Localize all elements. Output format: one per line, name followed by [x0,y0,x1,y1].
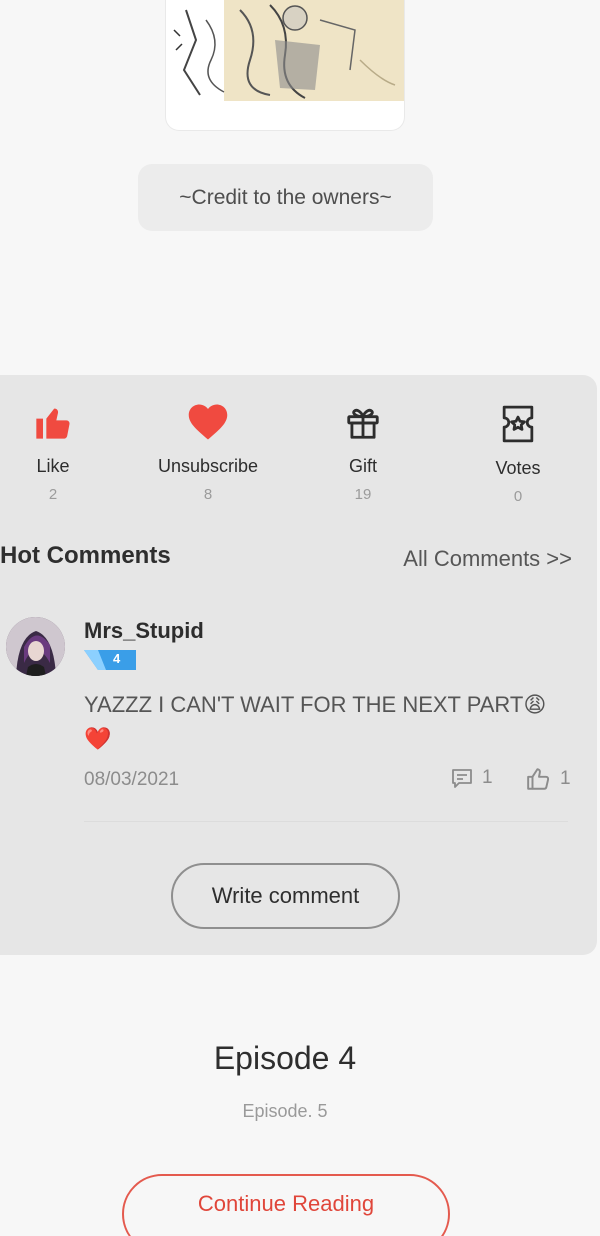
chapter-illustration-card [165,0,405,131]
credit-note: ~Credit to the owners~ [138,164,433,231]
gift-action[interactable]: Gift 19 [298,398,428,503]
avatar[interactable] [6,617,65,676]
unsubscribe-label: Unsubscribe [157,456,259,476]
episode-title: Episode 4 [213,1040,357,1076]
comment-date: 08/03/2021 [84,769,180,790]
gift-count: 19 [354,486,372,503]
vote-ticket-icon [453,400,583,444]
credit-text: ~Credit to the owners~ [179,185,392,209]
reply-icon [452,769,472,788]
comment-like-count: 1 [560,768,571,789]
hot-comments-heading: Hot Comments [0,542,171,569]
unsubscribe-action[interactable]: Unsubscribe 8 [143,398,273,503]
comment-like-button[interactable]: 1 [526,766,571,792]
reply-count: 1 [482,767,493,788]
heart-icon [143,398,273,442]
gift-icon [298,398,428,442]
write-comment-button[interactable]: Write comment [171,863,400,929]
gift-label: Gift [348,456,377,476]
unsubscribe-count: 8 [203,486,213,503]
votes-label: Votes [495,458,541,478]
like-count: 2 [48,486,58,503]
level-badge: 4 [84,650,136,670]
episode-subtitle: Episode. 5 [242,1101,328,1121]
comment-text: YAZZZ I CAN'T WAIT FOR THE NEXT PART😩❤️ [84,692,547,751]
votes-count: 0 [513,488,523,505]
reply-button[interactable]: 1 [450,766,493,790]
like-label: Like [36,456,70,476]
comment-divider [84,821,568,822]
like-action[interactable]: Like 2 [0,398,118,503]
thumbs-up-icon [0,398,118,442]
level-number: 4 [113,651,121,666]
sketch-doodle [166,0,225,101]
all-comments-link[interactable]: All Comments >> [403,546,572,572]
thumbs-up-outline-icon [527,768,550,790]
continue-reading-button[interactable]: Continue Reading [122,1174,450,1236]
votes-action[interactable]: Votes 0 [453,400,583,505]
comment-username[interactable]: Mrs_Stupid [84,618,204,644]
